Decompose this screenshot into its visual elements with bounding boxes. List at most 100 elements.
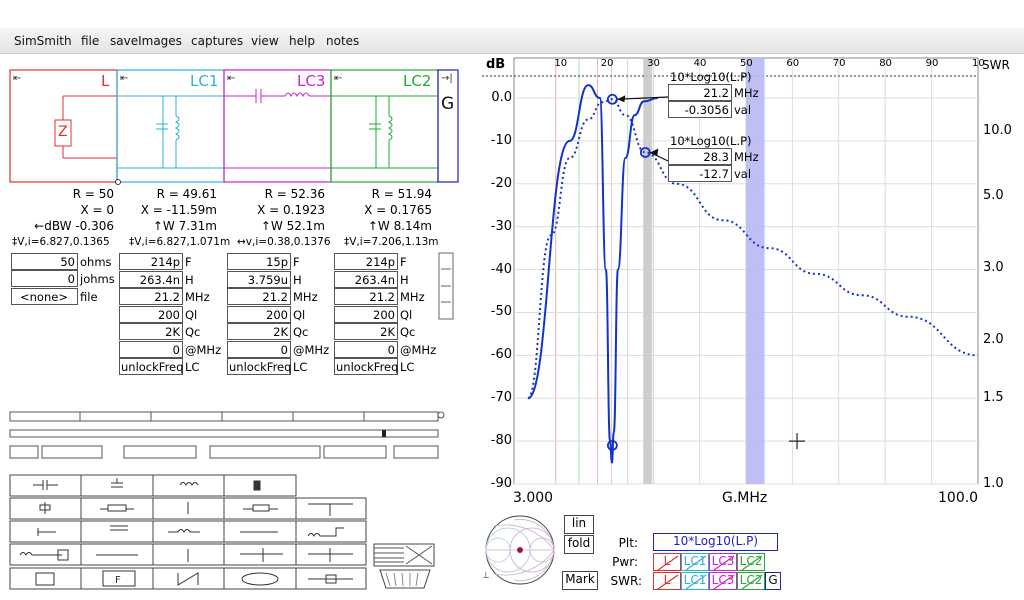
response-chart[interactable] bbox=[478, 56, 1024, 492]
lc1-field-5-unit: @MHz bbox=[185, 342, 222, 357]
mark-button[interactable]: Mark bbox=[562, 571, 598, 590]
top-tick-label: 10 bbox=[972, 58, 985, 69]
lc1-field-6[interactable]: unlockFreq bbox=[119, 358, 183, 375]
swr-tick-label: 10.0 bbox=[983, 123, 1012, 138]
lc2-field-3[interactable]: 200 bbox=[334, 305, 398, 323]
fold-button[interactable]: fold bbox=[564, 535, 594, 554]
lc3-field-1[interactable]: 3.759u bbox=[227, 270, 291, 288]
marker-1-freq[interactable]: 28.3 bbox=[668, 148, 732, 165]
lc1-field-5[interactable]: 0 bbox=[119, 340, 183, 358]
lc2-field-1[interactable]: 263.4n bbox=[334, 270, 398, 288]
plt-label: Plt: bbox=[618, 536, 638, 550]
lc1-field-3[interactable]: 200 bbox=[119, 305, 183, 323]
lc3-x: X = 0.1923 bbox=[257, 203, 325, 217]
swr-toggle-lc2[interactable]: LC2 bbox=[737, 572, 765, 590]
marker-1-freq-unit: MHz bbox=[734, 150, 759, 164]
swr-tick-label: 1.5 bbox=[983, 390, 1004, 405]
swr-toggle-lc1[interactable]: LC1 bbox=[681, 572, 709, 590]
menu-simsmith[interactable]: SimSmith bbox=[14, 34, 72, 48]
lc3-field-5[interactable]: 0 bbox=[227, 340, 291, 358]
marker-0-freq[interactable]: 21.2 bbox=[668, 84, 732, 101]
menu-file[interactable]: file bbox=[81, 34, 99, 48]
menu-view[interactable]: view bbox=[251, 34, 279, 48]
swr-toggle-l[interactable]: L bbox=[653, 572, 681, 590]
lc2-field-6-unit: LC bbox=[400, 360, 415, 374]
lc3-field-1-unit: H bbox=[293, 272, 302, 287]
lc1-field-1[interactable]: 263.4n bbox=[119, 270, 183, 288]
label-Z: Z bbox=[58, 124, 68, 140]
swr-label: SWR: bbox=[610, 574, 643, 588]
y-tick-label: -50 bbox=[490, 304, 512, 320]
lc3-field-2[interactable]: 21.2 bbox=[227, 288, 291, 305]
tuning-sliders[interactable] bbox=[8, 408, 448, 464]
component-palette[interactable]: F bbox=[8, 474, 440, 592]
lc3-field-4-unit: Qc bbox=[293, 325, 309, 339]
svg-text:⇤: ⇤ bbox=[120, 73, 128, 84]
lc3-field-0[interactable]: 15p bbox=[227, 253, 291, 270]
lc1-field-4[interactable]: 2K bbox=[119, 323, 183, 340]
lc1-field-4-unit: Qc bbox=[185, 325, 201, 339]
svg-text:⊥: ⊥ bbox=[482, 571, 490, 581]
smith-chart-thumbnail[interactable]: ⊥ bbox=[482, 512, 560, 592]
swr-toggle-g[interactable]: G bbox=[765, 572, 781, 590]
level-indicator[interactable] bbox=[438, 252, 456, 320]
marker-0-value[interactable]: -0.3056 bbox=[668, 101, 732, 118]
top-tick-label: 30 bbox=[647, 58, 660, 69]
menu-help[interactable]: help bbox=[289, 34, 315, 48]
pwr-toggle-lc3[interactable]: LC3 bbox=[709, 553, 737, 571]
chart-ylabel: dB bbox=[486, 57, 506, 72]
menu-bar: SimSmith file saveImages captures view h… bbox=[0, 28, 1024, 54]
load-r-input[interactable]: 50 bbox=[11, 253, 78, 270]
swr-toggle-lc3[interactable]: LC3 bbox=[709, 572, 737, 590]
lc2-field-5-unit: @MHz bbox=[400, 342, 437, 357]
lc3-field-4[interactable]: 2K bbox=[227, 323, 291, 340]
marker-0-value-unit: val bbox=[734, 103, 752, 117]
svg-text:→|: →| bbox=[441, 73, 453, 84]
top-tick-label: 70 bbox=[832, 58, 846, 69]
label-L: L bbox=[101, 72, 110, 90]
load-x-input[interactable]: 0 bbox=[11, 270, 78, 287]
lc2-field-6[interactable]: unlockFreq bbox=[334, 358, 398, 375]
plt-select[interactable]: 10*Log10(L.P) bbox=[653, 533, 778, 551]
marker-0-freq-unit: MHz bbox=[734, 86, 759, 100]
load-r: R = 50 bbox=[72, 187, 114, 201]
label-LC1: LC1 bbox=[190, 72, 219, 90]
simsmith-window: SimSmith file saveImages captures view h… bbox=[0, 0, 1024, 600]
lc1-w: ↑W 7.31m bbox=[152, 219, 217, 233]
lc2-field-4[interactable]: 2K bbox=[334, 323, 398, 340]
circuit-schematic[interactable]: ⇤ ⇤ ⇤ ⇤ →| bbox=[8, 68, 462, 186]
y-tick-label: -90 bbox=[490, 476, 512, 491]
pwr-toggle-lc1[interactable]: LC1 bbox=[681, 553, 709, 571]
lc3-w: ↑W 52.1m bbox=[260, 219, 325, 233]
y-tick-label: -10 bbox=[490, 132, 512, 148]
y-tick-label: -70 bbox=[490, 390, 512, 406]
menu-saveimages[interactable]: saveImages bbox=[110, 34, 182, 48]
lc1-field-2[interactable]: 21.2 bbox=[119, 288, 183, 305]
menu-captures[interactable]: captures bbox=[191, 34, 243, 48]
load-file-input[interactable]: <none> bbox=[11, 288, 78, 305]
marker-0-label: 10*Log10(L.P) bbox=[670, 70, 752, 84]
lc1-field-2-unit: MHz bbox=[185, 290, 210, 304]
top-tick-label: 60 bbox=[786, 58, 800, 69]
lc3-field-6[interactable]: unlockFreq bbox=[227, 358, 291, 375]
band-0 bbox=[643, 58, 652, 484]
marker-1-value[interactable]: -12.7 bbox=[668, 165, 732, 182]
top-tick-label: 40 bbox=[693, 58, 707, 69]
marker-1-value-unit: val bbox=[734, 167, 752, 181]
pwr-toggle-lc2[interactable]: LC2 bbox=[737, 553, 765, 571]
lc3-field-3[interactable]: 200 bbox=[227, 305, 291, 323]
lin-button[interactable]: lin bbox=[564, 515, 594, 534]
band-1 bbox=[746, 58, 765, 484]
lc2-field-2[interactable]: 21.2 bbox=[334, 288, 398, 305]
menu-notes[interactable]: notes bbox=[326, 34, 359, 48]
lc1-field-0-unit: F bbox=[185, 255, 192, 269]
pwr-label: Pwr: bbox=[612, 555, 638, 569]
lc2-field-5[interactable]: 0 bbox=[334, 340, 398, 358]
lc3-field-5-unit: @MHz bbox=[293, 342, 330, 357]
chart-xlabel: G.MHz bbox=[722, 490, 768, 506]
lc1-field-0[interactable]: 214p bbox=[119, 253, 183, 270]
lc2-field-0[interactable]: 214p bbox=[334, 253, 398, 270]
swr-tick-label: 1.0 bbox=[983, 476, 1004, 491]
pwr-toggle-l[interactable]: L bbox=[653, 553, 681, 571]
label-LC3: LC3 bbox=[297, 72, 326, 90]
